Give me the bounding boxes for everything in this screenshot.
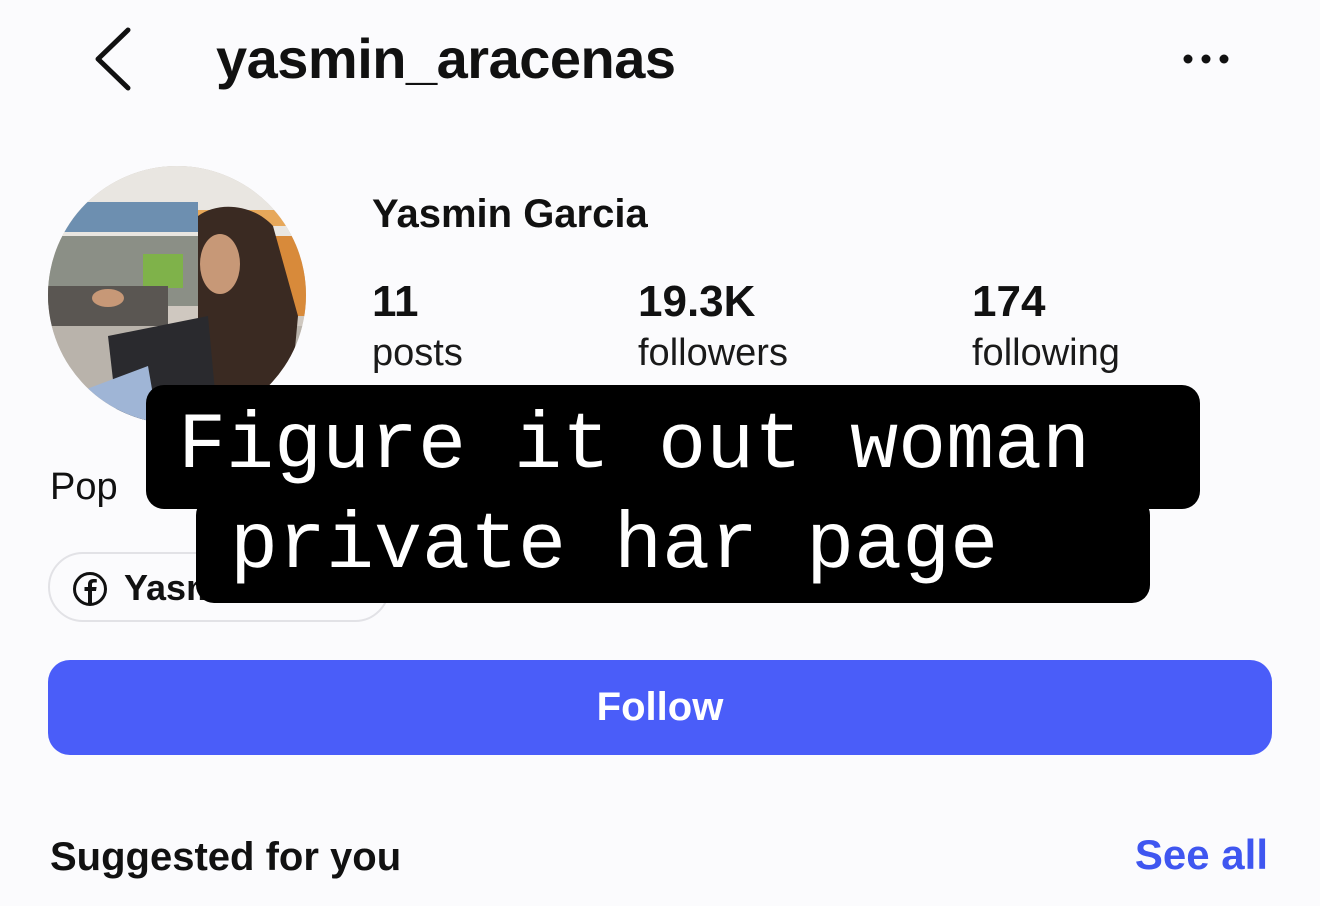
suggested-for-you-heading: Suggested for you xyxy=(50,835,402,879)
posts-count: 11 xyxy=(372,277,419,326)
followers-stat[interactable]: 19.3K followers xyxy=(638,276,788,378)
following-label: following xyxy=(972,332,1120,374)
following-stat[interactable]: 174 following xyxy=(972,276,1120,378)
followers-label: followers xyxy=(638,332,788,374)
posts-label: posts xyxy=(372,332,463,374)
posts-stat[interactable]: 11 posts xyxy=(372,276,463,378)
see-all-link[interactable]: See all xyxy=(1135,830,1268,880)
profile-username: yasmin_aracenas xyxy=(216,27,676,90)
profile-page: yasmin_aracenas Yasmin Garcia 11 posts 1… xyxy=(0,0,1320,906)
follow-button[interactable]: Follow xyxy=(48,660,1272,755)
display-name: Yasmin Garcia xyxy=(372,192,648,236)
more-options-button[interactable] xyxy=(1176,44,1236,74)
more-horizontal-icon xyxy=(1183,54,1229,64)
followers-count: 19.3K xyxy=(638,277,756,326)
facebook-icon xyxy=(73,572,107,606)
caption-overlay-line-1: Figure it out woman xyxy=(146,385,1200,509)
caption-overlay-line-2: private har page xyxy=(196,497,1150,603)
chevron-left-icon xyxy=(95,27,131,91)
back-button[interactable] xyxy=(88,24,148,94)
following-count: 174 xyxy=(972,277,1046,326)
profile-bio: Pop xyxy=(50,466,118,508)
